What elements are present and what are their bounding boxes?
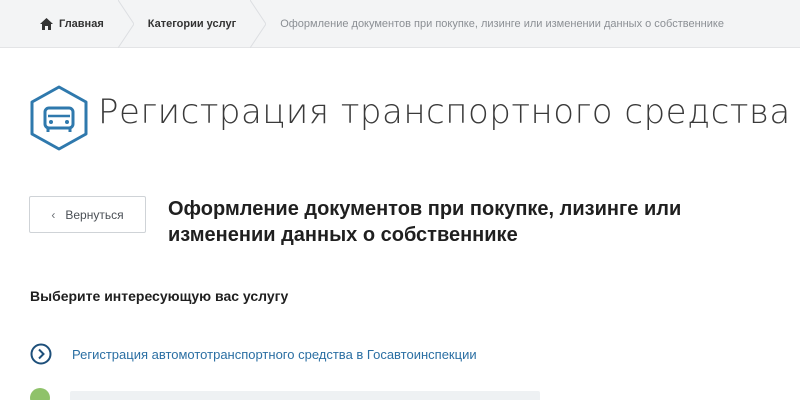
- choose-service-label: Выберите интересующую вас услугу: [30, 288, 289, 304]
- breadcrumb-home-label: Главная: [59, 17, 104, 30]
- home-icon: [40, 17, 53, 30]
- page-title: Регистрация транспортного средства: [98, 92, 791, 132]
- list-item-partial: [30, 388, 550, 400]
- back-button-label: Вернуться: [65, 207, 124, 222]
- breadcrumb: Главная Категории услуг Оформление докум…: [0, 0, 800, 48]
- service-link-registration[interactable]: Регистрация автомототранспортного средст…: [30, 342, 477, 366]
- section-title: Оформление документов при покупке, лизин…: [168, 198, 682, 246]
- breadcrumb-current: Оформление документов при покупке, лизин…: [280, 0, 724, 48]
- breadcrumb-current-label: Оформление документов при покупке, лизин…: [280, 17, 724, 30]
- breadcrumb-categories[interactable]: Категории услуг: [148, 0, 236, 48]
- circle-icon: [30, 388, 50, 400]
- service-link-label: Регистрация автомототранспортного средст…: [72, 346, 477, 362]
- breadcrumb-separator-icon: [117, 0, 134, 48]
- car-icon: [30, 85, 88, 151]
- back-button[interactable]: ‹ Вернуться: [29, 196, 146, 233]
- circle-chevron-right-icon: [30, 343, 52, 365]
- list-item-placeholder: [70, 391, 540, 400]
- breadcrumb-categories-label: Категории услуг: [147, 17, 237, 30]
- chevron-left-icon: ‹: [51, 207, 56, 222]
- breadcrumb-separator-icon: [250, 0, 267, 48]
- breadcrumb-home[interactable]: Главная: [40, 0, 104, 48]
